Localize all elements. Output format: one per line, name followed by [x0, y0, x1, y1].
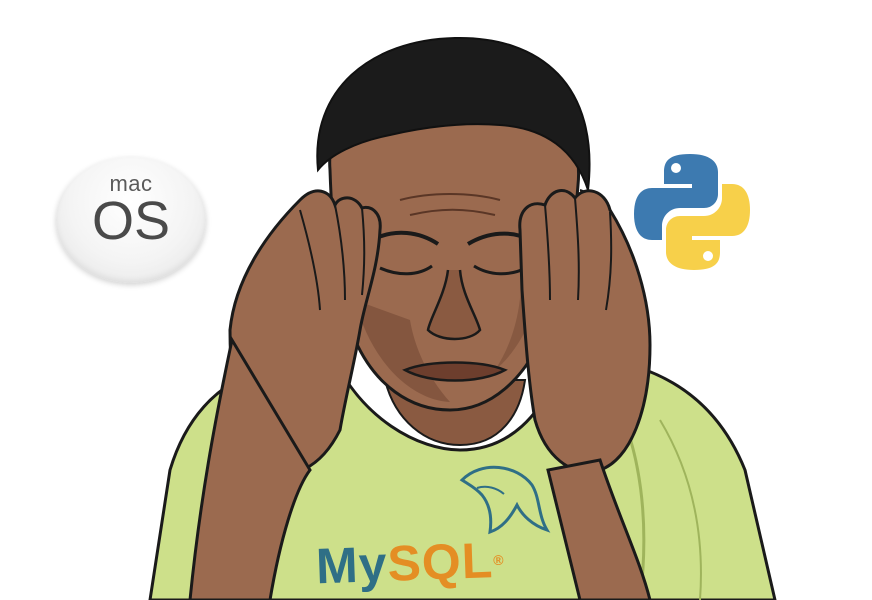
mysql-logo-text-sql: SQL — [386, 532, 495, 592]
mysql-registered-mark: ® — [492, 551, 505, 569]
stressed-man-illustration — [148, 36, 777, 600]
python-logo-icon — [634, 154, 750, 270]
macos-logo-text-os: OS — [91, 191, 171, 251]
macos-logo: mac OS — [56, 157, 206, 283]
meme-canvas: mac OS MySQL® — [0, 0, 872, 600]
mysql-logo-text-my: My — [315, 535, 389, 595]
mysql-logo: MySQL® — [315, 528, 567, 597]
